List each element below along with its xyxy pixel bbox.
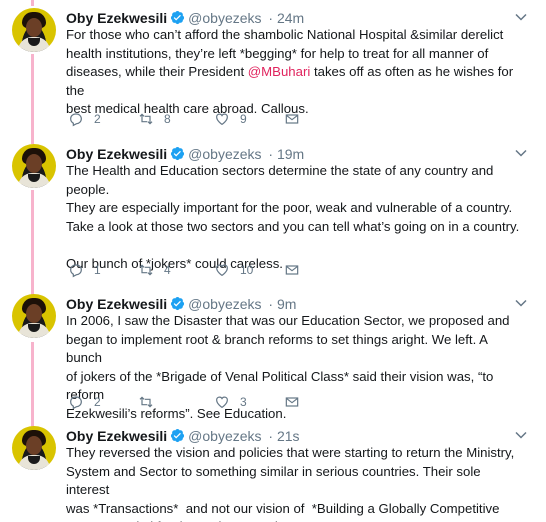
envelope-icon bbox=[285, 265, 299, 275]
retweet-button[interactable] bbox=[138, 392, 164, 412]
reply-button[interactable]: 1 bbox=[68, 260, 101, 280]
verified-badge-icon bbox=[171, 10, 185, 25]
chevron-down-icon[interactable] bbox=[514, 296, 528, 310]
author-handle[interactable]: @obyezeks bbox=[188, 428, 261, 444]
mention-link[interactable]: @MBuhari bbox=[248, 64, 311, 79]
like-button[interactable]: 3 bbox=[214, 392, 247, 412]
like-button[interactable]: 9 bbox=[214, 109, 247, 129]
tweet-header: Oby Ezekwesili @obyezeks · 21s bbox=[66, 426, 300, 446]
author-handle[interactable]: @obyezeks bbox=[188, 146, 261, 162]
reply-icon bbox=[70, 113, 82, 127]
dm-button[interactable] bbox=[284, 392, 300, 412]
avatar[interactable] bbox=[12, 294, 56, 338]
tweet-actions: 2 8 9 bbox=[66, 109, 326, 129]
tweet-text: For those who can’t afford the shambolic… bbox=[66, 26, 526, 119]
retweet-icon bbox=[139, 113, 153, 125]
reply-count: 2 bbox=[94, 112, 101, 126]
like-count: 9 bbox=[240, 112, 247, 126]
envelope-icon bbox=[285, 397, 299, 407]
heart-icon bbox=[216, 113, 228, 126]
chevron-down-icon[interactable] bbox=[514, 146, 528, 160]
dm-button[interactable] bbox=[284, 109, 300, 129]
author-name[interactable]: Oby Ezekwesili bbox=[66, 146, 167, 162]
reply-count: 1 bbox=[94, 263, 101, 277]
tweet-time[interactable]: · 9m bbox=[268, 296, 296, 312]
retweet-icon bbox=[139, 264, 153, 276]
dm-button[interactable] bbox=[284, 260, 300, 280]
reply-button[interactable]: 2 bbox=[68, 109, 101, 129]
avatar[interactable] bbox=[12, 144, 56, 188]
like-count: 10 bbox=[240, 263, 254, 277]
reply-icon bbox=[70, 264, 82, 278]
tweet[interactable]: Oby Ezekwesili @obyezeks · 21s They rever… bbox=[0, 426, 546, 522]
tweet-header: Oby Ezekwesili @obyezeks · 19m bbox=[66, 144, 304, 164]
like-button[interactable]: 10 bbox=[214, 260, 253, 280]
tweet-time[interactable]: · 19m bbox=[268, 146, 304, 162]
avatar[interactable] bbox=[12, 426, 56, 470]
reply-count: 2 bbox=[94, 395, 101, 409]
tweet-text: The Health and Education sectors determi… bbox=[66, 163, 520, 271]
author-handle[interactable]: @obyezeks bbox=[188, 296, 261, 312]
retweet-button[interactable]: 8 bbox=[138, 109, 171, 129]
tweet-time[interactable]: · 21s bbox=[268, 428, 299, 444]
retweet-icon bbox=[139, 396, 153, 408]
thread-line bbox=[31, 0, 34, 6]
heart-icon bbox=[216, 396, 228, 409]
tweet-header: Oby Ezekwesili @obyezeks · 9m bbox=[66, 294, 296, 314]
envelope-icon bbox=[285, 114, 299, 124]
verified-badge-icon bbox=[171, 428, 185, 443]
tweet-text: They reversed the vision and policies th… bbox=[66, 445, 515, 522]
chevron-down-icon[interactable] bbox=[514, 10, 528, 24]
tweet-actions: 1 4 10 bbox=[66, 260, 326, 280]
author-name[interactable]: Oby Ezekwesili bbox=[66, 428, 167, 444]
avatar[interactable] bbox=[12, 8, 56, 52]
retweet-button[interactable]: 4 bbox=[138, 260, 171, 280]
heart-icon bbox=[216, 264, 228, 277]
retweet-count: 8 bbox=[164, 112, 171, 126]
author-name[interactable]: Oby Ezekwesili bbox=[66, 296, 167, 312]
reply-icon bbox=[70, 396, 82, 410]
tweet[interactable]: Oby Ezekwesili @obyezeks · 19m The Health… bbox=[0, 144, 546, 284]
tweet[interactable]: Oby Ezekwesili @obyezeks · 24m For those … bbox=[0, 8, 546, 132]
reply-button[interactable]: 2 bbox=[68, 392, 101, 412]
verified-badge-icon bbox=[171, 146, 185, 161]
tweet[interactable]: Oby Ezekwesili @obyezeks · 9m In 2006, I … bbox=[0, 294, 546, 421]
tweet-header: Oby Ezekwesili @obyezeks · 24m bbox=[66, 8, 304, 28]
author-handle[interactable]: @obyezeks bbox=[188, 10, 261, 26]
author-name[interactable]: Oby Ezekwesili bbox=[66, 10, 167, 26]
like-count: 3 bbox=[240, 395, 247, 409]
tweet-actions: 2 3 bbox=[66, 392, 326, 412]
chevron-down-icon[interactable] bbox=[514, 428, 528, 442]
tweet-time[interactable]: · 24m bbox=[268, 10, 304, 26]
retweet-count: 4 bbox=[164, 263, 171, 277]
verified-badge-icon bbox=[171, 296, 185, 311]
